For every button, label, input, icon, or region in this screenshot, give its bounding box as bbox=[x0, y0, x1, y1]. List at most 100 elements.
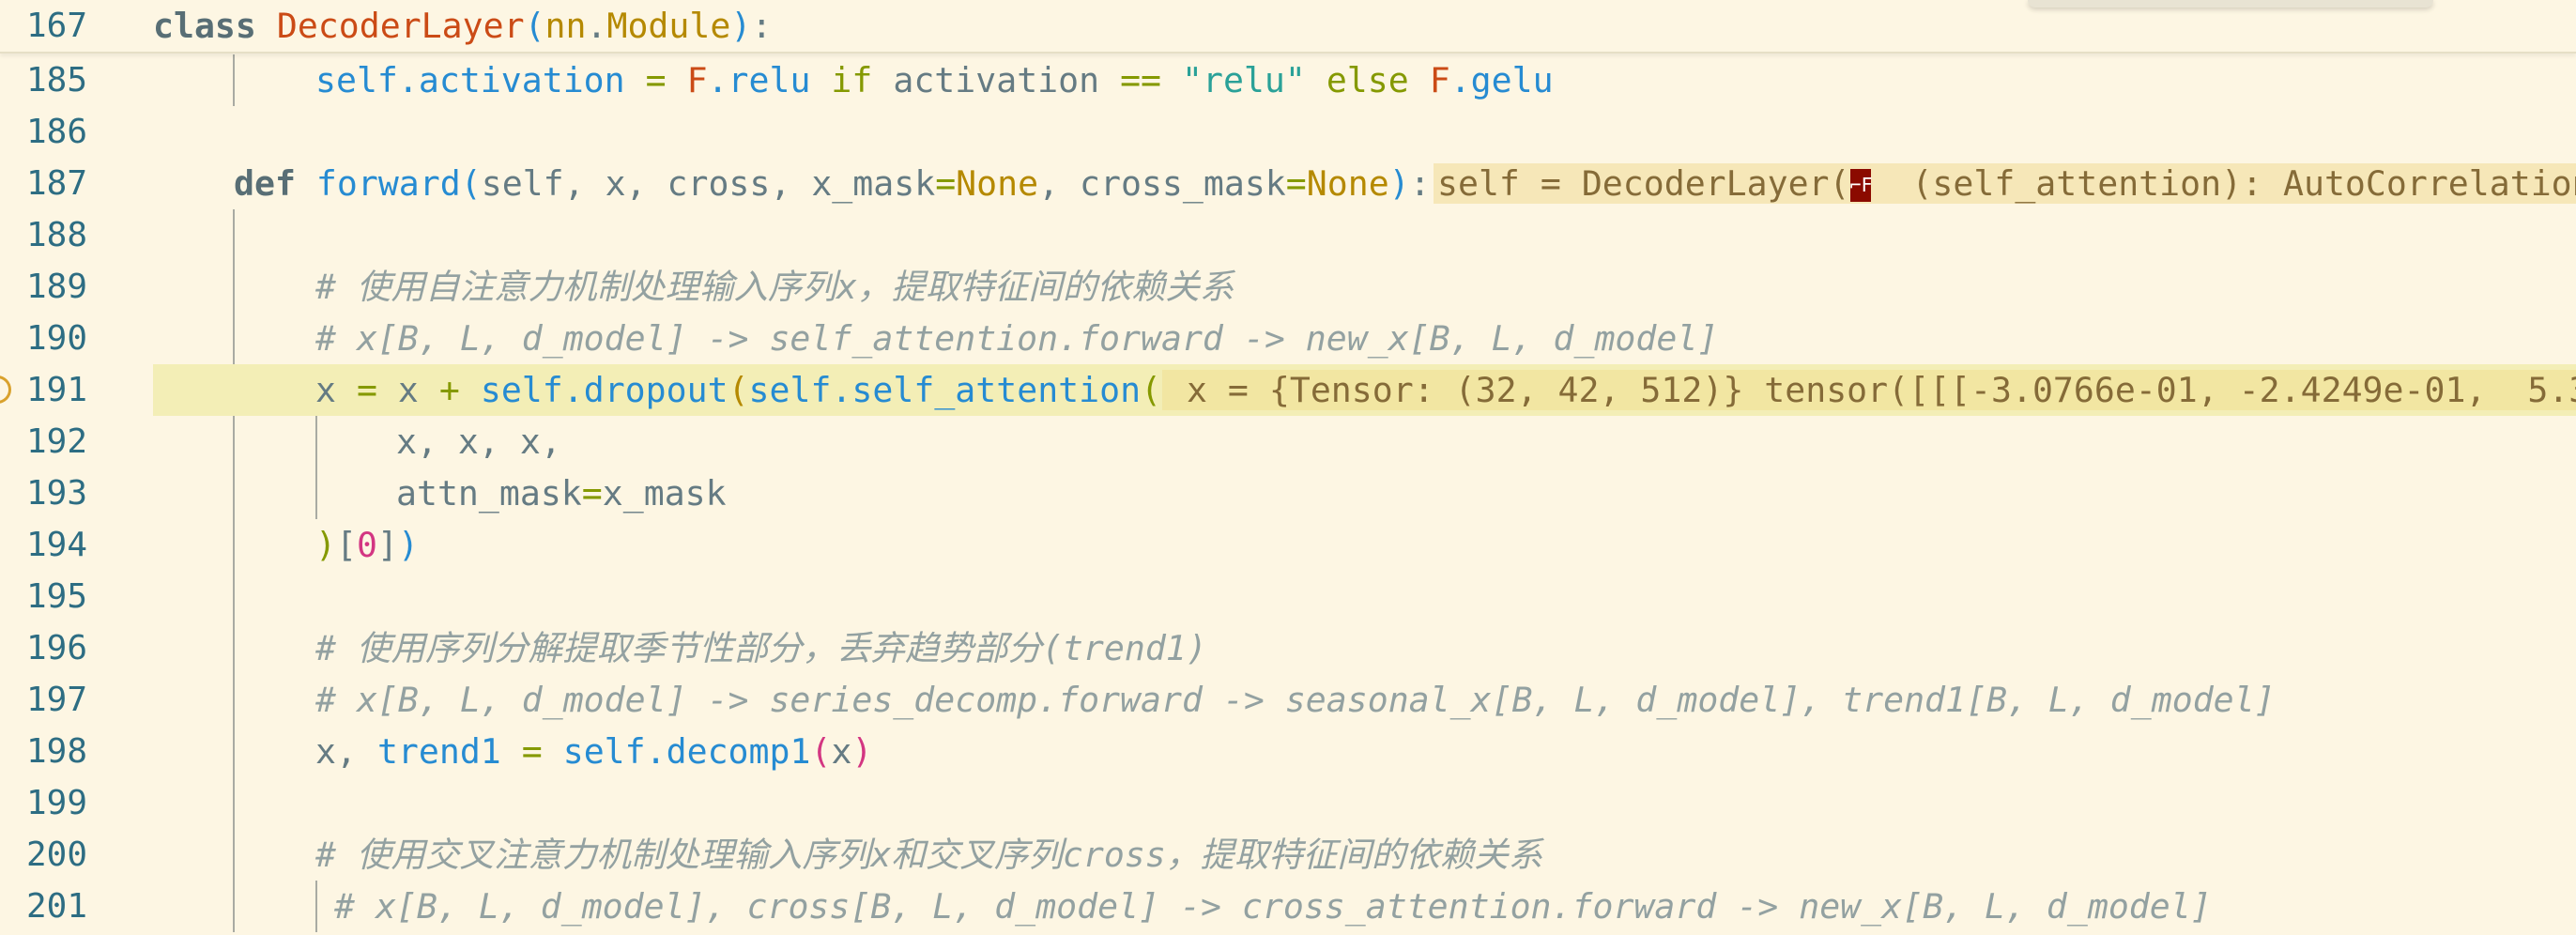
number: 0 bbox=[356, 525, 377, 565]
attribute: .self_attention bbox=[831, 370, 1142, 410]
paren: ( bbox=[810, 731, 832, 772]
gutter: 199 bbox=[0, 777, 141, 829]
class-name: DecoderLayer bbox=[276, 6, 525, 46]
variable: activation bbox=[893, 60, 1100, 100]
paren: ( bbox=[1141, 370, 1162, 410]
keyword-else: else bbox=[1305, 60, 1430, 100]
paren: ) bbox=[851, 731, 873, 772]
code-line-190[interactable]: 190 # x[B, L, d_model] -> self_attention… bbox=[0, 313, 2576, 364]
attribute: .gelu bbox=[1449, 60, 1554, 100]
code-area[interactable] bbox=[153, 106, 2576, 158]
breakpoint-icon[interactable] bbox=[0, 376, 11, 404]
gutter: 191 bbox=[0, 364, 141, 416]
code-area[interactable] bbox=[153, 571, 2576, 622]
code-text: self.activation = F.relu if activation =… bbox=[315, 54, 1554, 106]
code-line-201[interactable]: 201 # x[B, L, d_model], cross[B, L, d_mo… bbox=[0, 881, 2576, 932]
variable: x bbox=[397, 370, 419, 410]
code-area[interactable]: attn_mask=x_mask bbox=[153, 468, 2576, 519]
code-text: class DecoderLayer(nn.Module): bbox=[153, 0, 772, 52]
dot: . bbox=[586, 6, 607, 46]
base-class: Module bbox=[606, 6, 731, 46]
paren: ( bbox=[728, 370, 749, 410]
variable: x_mask bbox=[602, 473, 727, 513]
code-area[interactable]: def forward(self, x, cross, x_mask=None,… bbox=[153, 158, 2576, 209]
comment: # 使用序列分解提取季节性部分，丢弃趋势部分(trend1) bbox=[315, 628, 1207, 668]
bracket: ] bbox=[376, 525, 398, 565]
code-text: def forward(self, x, cross, x_mask=None,… bbox=[234, 158, 1431, 209]
code-area[interactable]: x, x, x, bbox=[153, 416, 2576, 468]
variable: x bbox=[831, 731, 852, 772]
comment: # x[B, L, d_model] -> series_decomp.forw… bbox=[315, 680, 2276, 720]
code-area[interactable]: # x[B, L, d_model], cross[B, L, d_model]… bbox=[153, 881, 2576, 932]
code-line-192[interactable]: 192 x, x, x, bbox=[0, 416, 2576, 468]
indent-guide bbox=[315, 881, 317, 932]
gutter: 197 bbox=[0, 674, 141, 726]
gutter: 193 bbox=[0, 468, 141, 519]
debug-inline-value-x[interactable]: x = {Tensor: (32, 42, 512)} tensor([[[-3… bbox=[1162, 370, 2576, 410]
variable-trend1: trend1 bbox=[376, 731, 501, 772]
code-area[interactable]: self.activation = F.relu if activation =… bbox=[153, 54, 2576, 106]
code-area[interactable]: # 使用自注意力机制处理输入序列x，提取特征间的依赖关系 bbox=[153, 261, 2576, 313]
code-line-185[interactable]: 185 self.activation = F.relu if activati… bbox=[0, 54, 2576, 106]
code-line-195[interactable]: 195 bbox=[0, 571, 2576, 622]
line-number: 198 bbox=[26, 732, 88, 771]
code-line-187[interactable]: 187 def forward(self, x, cross, x_mask=N… bbox=[0, 158, 2576, 209]
code-area[interactable]: )[0]) bbox=[153, 519, 2576, 571]
attribute: .dropout bbox=[562, 370, 728, 410]
gutter: 189 bbox=[0, 261, 141, 313]
code-line-199[interactable]: 199 bbox=[0, 777, 2576, 829]
line-number: 186 bbox=[26, 113, 88, 151]
indent-guide bbox=[233, 622, 235, 674]
code-line-196[interactable]: 196 # 使用序列分解提取季节性部分，丢弃趋势部分(trend1) bbox=[0, 622, 2576, 674]
code-area[interactable] bbox=[153, 777, 2576, 829]
code-area[interactable]: # x[B, L, d_model] -> self_attention.for… bbox=[153, 313, 2576, 364]
code-area[interactable]: # x[B, L, d_model] -> series_decomp.forw… bbox=[153, 674, 2576, 726]
self-token: self bbox=[562, 731, 646, 772]
indent-guide bbox=[233, 416, 235, 468]
operator: = bbox=[935, 163, 957, 204]
debug-inline-value-self[interactable]: self = DecoderLayer(⌐F (self_attention):… bbox=[1434, 163, 2576, 204]
code-area[interactable]: # 使用序列分解提取季节性部分，丢弃趋势部分(trend1) bbox=[153, 622, 2576, 674]
code-editor[interactable]: 167 class DecoderLayer(nn.Module): 185 s… bbox=[0, 0, 2576, 935]
indent-guide bbox=[233, 54, 235, 106]
code-line-194[interactable]: 194 )[0]) bbox=[0, 519, 2576, 571]
paren: ) bbox=[397, 525, 419, 565]
operator: = bbox=[500, 731, 563, 772]
indent-guide bbox=[233, 829, 235, 881]
attribute: .relu bbox=[707, 60, 811, 100]
gutter: 185 bbox=[0, 54, 141, 106]
indent-guide bbox=[233, 313, 235, 364]
indent-guide bbox=[233, 674, 235, 726]
sticky-scroll-header[interactable]: 167 class DecoderLayer(nn.Module): bbox=[0, 0, 2576, 54]
code-line-193[interactable]: 193 attn_mask=x_mask bbox=[0, 468, 2576, 519]
line-number: 191 bbox=[26, 371, 88, 409]
self-token: self bbox=[480, 370, 563, 410]
code-line-198[interactable]: 198 x, trend1 = self.decomp1(x) bbox=[0, 726, 2576, 777]
code-area[interactable]: x = x + self.dropout(self.self_attention… bbox=[153, 364, 2576, 416]
indent-guide bbox=[233, 209, 235, 261]
code-area[interactable]: # 使用交叉注意力机制处理输入序列x和交叉序列cross，提取特征间的依赖关系 bbox=[153, 829, 2576, 881]
indent-guide bbox=[233, 519, 235, 571]
code-area[interactable]: x, trend1 = self.decomp1(x) bbox=[153, 726, 2576, 777]
code-line-186[interactable]: 186 bbox=[0, 106, 2576, 158]
gutter: 194 bbox=[0, 519, 141, 571]
code-line-191[interactable]: 191 x = x + self.dropout(self.self_atten… bbox=[0, 364, 2576, 416]
string: "relu" bbox=[1182, 60, 1306, 100]
code-line-197[interactable]: 197 # x[B, L, d_model] -> series_decomp.… bbox=[0, 674, 2576, 726]
operator: = bbox=[581, 473, 603, 513]
code-area[interactable] bbox=[153, 209, 2576, 261]
gutter: 196 bbox=[0, 622, 141, 674]
line-number: 196 bbox=[26, 629, 88, 667]
line-number: 197 bbox=[26, 681, 88, 719]
self-token: self bbox=[315, 60, 398, 100]
code-line[interactable]: class DecoderLayer(nn.Module): bbox=[153, 0, 2576, 52]
code-line-189[interactable]: 189 # 使用自注意力机制处理输入序列x，提取特征间的依赖关系 bbox=[0, 261, 2576, 313]
inline-value-text: self = DecoderLayer( bbox=[1437, 163, 1850, 204]
code-line-200[interactable]: 200 # 使用交叉注意力机制处理输入序列x和交叉序列cross，提取特征间的依… bbox=[0, 829, 2576, 881]
code-line-188[interactable]: 188 bbox=[0, 209, 2576, 261]
operator: = bbox=[1285, 163, 1307, 204]
text-cursor-icon: ⌐F bbox=[1849, 169, 1873, 202]
line-number: 188 bbox=[26, 216, 88, 254]
code-text: x, x, x, bbox=[396, 422, 561, 462]
hover-widget-edge bbox=[2028, 0, 2433, 8]
